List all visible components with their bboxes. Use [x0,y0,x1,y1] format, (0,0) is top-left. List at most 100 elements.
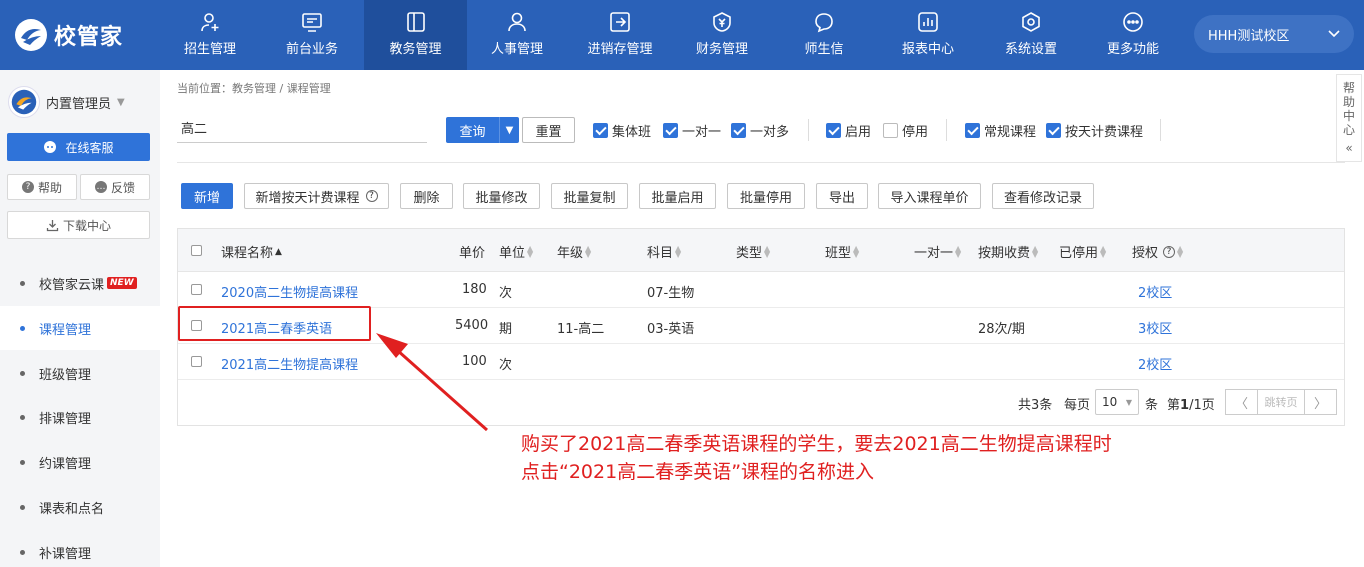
nav-item-messages[interactable]: 师生信 [774,0,874,70]
nav-item-inventory[interactable]: 进销存管理 [570,0,670,70]
nav-item-more[interactable]: 更多功能 [1083,0,1183,70]
column-header-subject[interactable]: 科目 ▲ ▼ [647,242,681,261]
nav-item-hr[interactable]: 人事管理 [467,0,567,70]
breadcrumb: 当前位置：教务管理 / 课程管理 [177,82,331,95]
checkbox-icon [731,123,746,138]
column-header-unit[interactable]: 单位 ▲ ▼ [499,242,533,261]
user-menu[interactable]: 内置管理员 ▼ [8,86,125,118]
sort-icon: ▲ ▼ [853,243,860,259]
auth-link[interactable]: 3校区 [1138,318,1172,337]
table-row: 2020高二生物提高课程 180 次 07-生物 2校区 [178,272,1344,308]
annotation-line-2: 点击“2021高二春季英语”课程的名称进入 [521,461,875,483]
brand-logo[interactable]: 校管家 [14,17,123,53]
filter-one-to-many[interactable]: 一对多 [731,121,789,140]
query-button[interactable]: 查询 ▼ [446,117,519,143]
campus-selector[interactable]: HHH测试校区 [1194,15,1354,53]
sidebar-item-booking[interactable]: 约课管理 [0,440,160,484]
cell-subject: 07-生物 [647,286,695,301]
logo-icon [11,89,37,115]
feedback-button[interactable]: … 反馈 [80,174,150,200]
reset-button[interactable]: 重置 [522,117,575,143]
cell-unit: 期 [499,322,513,337]
filter-group-class[interactable]: 集体班 [593,121,651,140]
filter-enabled[interactable]: 启用 [826,121,871,140]
import-price-button[interactable]: 导入课程单价 [878,183,981,209]
nav-item-academic[interactable]: 教务管理 [364,0,467,70]
report-icon [918,12,938,32]
annotation-note: 购买了2021高二春季英语课程的学生，要去2021高二生物提高课程时 点击“20… [521,430,1112,486]
filter-regular-course[interactable]: 常规课程 [965,121,1036,140]
select-all-checkbox[interactable] [191,245,202,256]
sort-icon: ▲ ▼ [1100,243,1107,259]
bullet-icon [20,280,25,286]
column-header-period-fee[interactable]: 按期收费 ▲ ▼ [978,242,1038,261]
nav-item-enrollment[interactable]: 招生管理 [160,0,260,70]
nav-item-finance[interactable]: 财务管理 [672,0,772,70]
nav-item-front-desk[interactable]: 前台业务 [262,0,362,70]
bullet-icon [20,414,25,420]
help-center-label: 帮助中心 [1342,81,1355,137]
finance-icon [713,12,731,32]
batch-disable-button[interactable]: 批量停用 [727,183,805,209]
total-count: 共3条 [1018,398,1053,413]
help-center-tab[interactable]: 帮助中心 « [1336,74,1362,162]
campus-name: HHH测试校区 [1208,28,1290,44]
filter-disabled[interactable]: 停用 [883,121,928,140]
headset-icon [44,141,57,153]
export-button[interactable]: 导出 [816,183,868,209]
batch-enable-button[interactable]: 批量启用 [639,183,716,209]
sort-icon: ▲ ▼ [1032,243,1039,259]
chevron-down-icon[interactable]: ▼ [499,117,519,143]
sidebar-item-class-management[interactable]: 班级管理 [0,351,160,395]
filter-one-to-one[interactable]: 一对一 [663,121,721,140]
batch-copy-button[interactable]: 批量复制 [551,183,628,209]
cell-price: 180 [462,282,487,297]
column-header-auth[interactable]: 授权? ▲ ▼ [1132,242,1183,261]
delete-button[interactable]: 删除 [400,183,453,209]
inventory-icon [610,12,630,32]
book-icon [406,12,425,32]
table-row: 2021高二生物提高课程 100 次 2校区 [178,344,1344,380]
search-input[interactable]: 高二 [177,117,427,143]
column-header-grade[interactable]: 年级 ▲ ▼ [557,242,591,261]
column-header-disabled[interactable]: 已停用 ▲ ▼ [1059,242,1106,261]
column-header-type[interactable]: 类型 ▲ ▼ [736,242,770,261]
prev-page-button[interactable]: 〈 [1225,389,1258,415]
auth-link[interactable]: 2校区 [1138,282,1172,301]
page-size-select[interactable]: 10 ▼ [1095,389,1139,415]
auth-link[interactable]: 2校区 [1138,354,1172,373]
sort-asc-icon: ▲ [275,246,282,257]
column-header-one-to-one[interactable]: 一对一 ▲ ▼ [914,242,961,261]
nav-item-reports[interactable]: 报表中心 [878,0,978,70]
view-log-button[interactable]: 查看修改记录 [992,183,1094,209]
sidebar-item-course-management[interactable]: 课程管理 [0,306,160,350]
checkbox-icon [826,123,841,138]
row-checkbox[interactable] [191,356,202,367]
add-button[interactable]: 新增 [181,183,233,209]
filter-daily-billing-course[interactable]: 按天计费课程 [1046,121,1143,140]
help-button[interactable]: ? 帮助 [7,174,77,200]
nav-item-settings[interactable]: 系统设置 [981,0,1081,70]
add-daily-course-button[interactable]: 新增按天计费课程 ? [244,183,389,209]
online-service-button[interactable]: 在线客服 [7,133,150,161]
column-header-name[interactable]: 课程名称 ▲ [221,242,282,261]
per-page-unit: 条 [1145,398,1159,413]
help-icon: ? [21,181,34,193]
sort-icon: ▲ ▼ [1177,243,1184,259]
download-center-button[interactable]: 下载中心 [7,211,150,239]
column-header-class-type[interactable]: 班型 ▲ ▼ [825,242,859,261]
sidebar-item-timetable[interactable]: 课表和点名 [0,485,160,529]
row-checkbox[interactable] [191,284,202,295]
column-header-price[interactable]: 单价 [459,242,485,261]
sidebar-item-makeup[interactable]: 补课管理 [0,530,160,567]
jump-page-input[interactable]: 跳转页 [1257,389,1305,415]
per-page-label: 每页 [1064,398,1091,413]
batch-edit-button[interactable]: 批量修改 [463,183,540,209]
sidebar-item-cloud-course[interactable]: 校管家云课 NEW [0,261,160,305]
course-name-link[interactable]: 2021高二生物提高课程 [221,354,358,373]
next-page-button[interactable]: 〉 [1304,389,1337,415]
course-name-link[interactable]: 2020高二生物提高课程 [221,282,358,301]
highlight-box [178,306,371,341]
person-icon [508,12,526,32]
sidebar-item-scheduling[interactable]: 排课管理 [0,395,160,439]
